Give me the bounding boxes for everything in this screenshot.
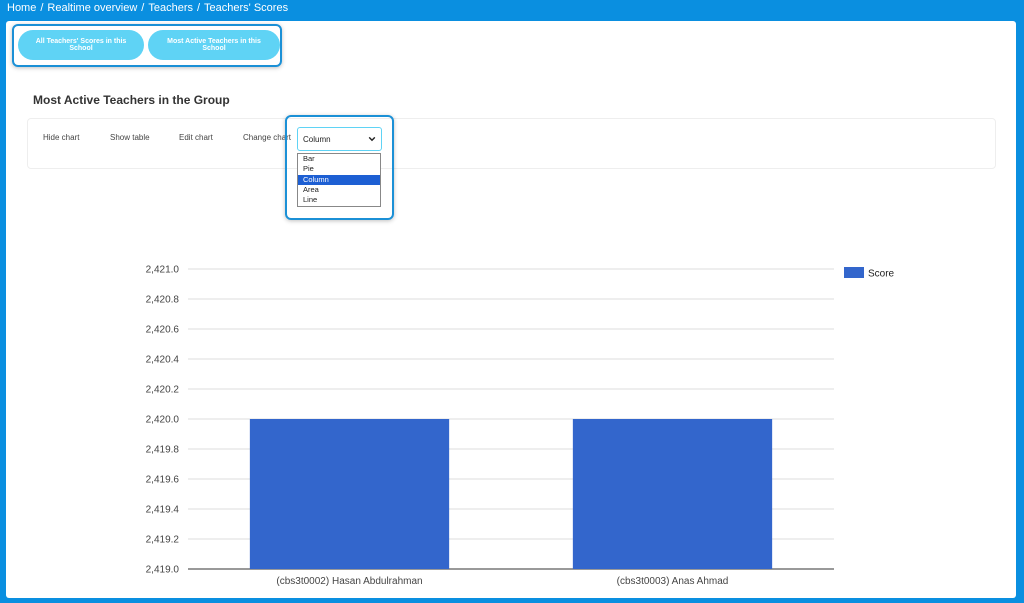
legend-swatch	[844, 267, 864, 278]
y-tick-label: 2,419.6	[146, 475, 180, 486]
breadcrumb-realtime[interactable]: Realtime overview	[47, 2, 137, 14]
breadcrumb-separator: /	[141, 2, 145, 14]
breadcrumb-separator: /	[196, 2, 201, 14]
y-tick-label: 2,420.6	[146, 325, 180, 336]
y-tick-label: 2,419.0	[146, 565, 180, 576]
breadcrumb-home[interactable]: Home	[7, 2, 36, 14]
y-tick-label: 2,419.4	[146, 505, 180, 516]
bar	[572, 419, 773, 569]
bar	[249, 419, 450, 569]
y-tick-label: 2,421.0	[146, 265, 180, 276]
breadcrumb: Home / Realtime overview / Teachers / Teachers…	[7, 2, 288, 18]
breadcrumb-separator: /	[40, 2, 44, 14]
y-tick-label: 2,420.0	[146, 415, 180, 426]
breadcrumb-current: Teachers' Scores	[204, 2, 289, 14]
legend-label: Score	[868, 269, 895, 280]
breadcrumb-teachers[interactable]: Teachers	[148, 2, 193, 14]
x-tick-label: (cbs3t0003) Anas Ahmad	[617, 576, 729, 587]
y-tick-label: 2,420.4	[146, 355, 180, 366]
y-tick-label: 2,420.2	[146, 385, 180, 396]
y-tick-label: 2,420.8	[146, 295, 180, 306]
y-tick-label: 2,419.8	[146, 445, 180, 456]
score-chart: 2,419.0 2,419.2 2,419.4 2,419.6 2,419.8 2,420…	[146, 265, 895, 588]
content-card: All Teachers' Scores in this School Most…	[6, 21, 1016, 598]
x-tick-label: (cbs3t0002) Hasan Abdulrahman	[276, 576, 422, 587]
y-tick-label: 2,419.2	[146, 535, 180, 546]
